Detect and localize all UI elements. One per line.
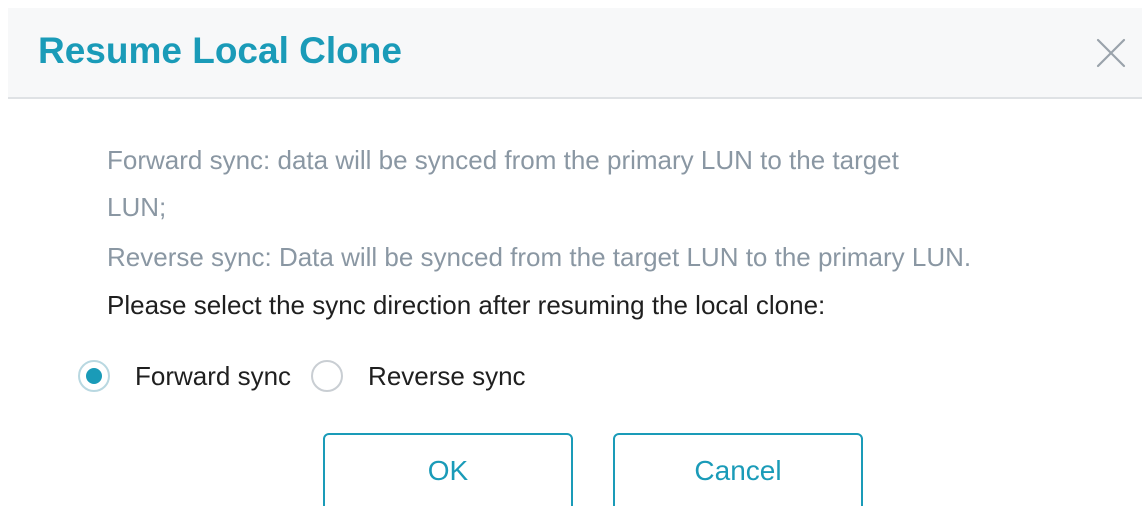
reverse-sync-label: Reverse sync (368, 360, 526, 391)
forward-sync-radio[interactable] (78, 360, 110, 392)
forward-sync-description-line2: LUN; (107, 192, 167, 222)
close-icon (1096, 38, 1126, 68)
reverse-sync-radio[interactable] (311, 360, 344, 392)
forward-sync-description-line1: Forward sync: data will be synced from t… (107, 145, 899, 175)
resume-local-clone-dialog: Resume Local Clone Forward sync: data wi… (0, 0, 1142, 506)
forward-sync-label: Forward sync (135, 360, 292, 391)
reverse-sync-option[interactable]: Reverse sync (311, 360, 526, 392)
ok-button[interactable]: OK (323, 433, 573, 506)
sync-direction-radio-group: Forward sync Reverse sync (78, 355, 546, 397)
sync-direction-prompt: Please select the sync direction after r… (107, 290, 826, 320)
close-button[interactable] (1092, 34, 1130, 72)
forward-sync-option[interactable]: Forward sync (78, 360, 291, 392)
reverse-sync-description: Reverse sync: Data will be synced from t… (107, 242, 972, 272)
dialog-header: Resume Local Clone (8, 8, 1142, 99)
dialog-title: Resume Local Clone (38, 30, 402, 71)
cancel-button[interactable]: Cancel (613, 433, 863, 506)
